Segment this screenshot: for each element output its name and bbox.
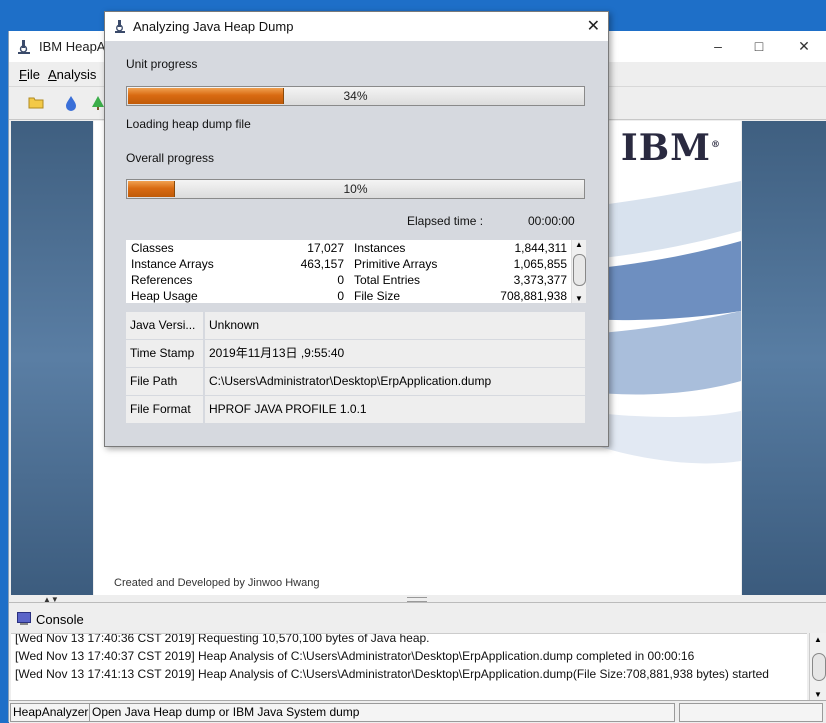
- console-line: [Wed Nov 13 17:40:37 CST 2019] Heap Anal…: [15, 649, 695, 663]
- elapsed-time-label: Elapsed time :: [407, 214, 484, 228]
- analyzing-dialog: Analyzing Java Heap Dump ✕ Unit progress…: [104, 11, 609, 447]
- info-row: File Format HPROF JAVA PROFILE 1.0.1: [126, 396, 587, 423]
- left-panel: [11, 121, 93, 595]
- tree-icon[interactable]: [91, 95, 105, 114]
- stat-label: Primitive Arrays: [354, 257, 438, 271]
- splash-credit: Created and Developed by Jinwoo Hwang: [114, 577, 320, 589]
- stat-label: Instance Arrays: [131, 257, 214, 271]
- close-window-button[interactable]: ✕: [789, 35, 819, 57]
- overall-progress-bar: 10%: [126, 179, 585, 199]
- main-window-title: IBM HeapA: [39, 39, 106, 54]
- overall-progress-label: Overall progress: [126, 151, 215, 165]
- microscope-icon: [114, 19, 126, 37]
- stat-label: File Size: [354, 289, 401, 303]
- statusbar: HeapAnalyzer Open Java Heap dump or IBM …: [9, 700, 826, 723]
- scroll-down-icon[interactable]: ▼: [575, 294, 583, 303]
- stat-value: 463,157: [300, 257, 344, 271]
- dialog-close-button[interactable]: ✕: [587, 16, 600, 36]
- menu-file[interactable]: File: [19, 67, 40, 82]
- console-line: [Wed Nov 13 17:41:13 CST 2019] Heap Anal…: [15, 667, 769, 681]
- stat-value: 708,881,938: [500, 289, 567, 303]
- status-extra: [679, 703, 823, 722]
- stat-value: 1,844,311: [514, 241, 568, 255]
- dialog-title: Analyzing Java Heap Dump: [133, 19, 294, 34]
- console-title: Console: [36, 612, 84, 627]
- stat-value: 1,065,855: [513, 257, 567, 271]
- folder-open-icon[interactable]: [28, 95, 44, 112]
- stat-label: Total Entries: [354, 273, 421, 287]
- overall-progress-percent: 10%: [343, 182, 368, 196]
- console-scrollbar[interactable]: ▲ ▼: [809, 633, 826, 700]
- unit-progress-bar: 34%: [126, 86, 585, 106]
- right-panel: [742, 121, 826, 595]
- info-key: File Format: [126, 396, 203, 423]
- menu-analysis[interactable]: Analysis: [48, 67, 96, 82]
- minimize-button[interactable]: –: [703, 35, 733, 57]
- elapsed-time-value: 00:00:00: [528, 214, 575, 228]
- dump-info-table: Java Versi... Unknown Time Stamp 2019年11…: [126, 312, 587, 424]
- scroll-up-icon[interactable]: ▲: [814, 635, 822, 644]
- status-app-name: HeapAnalyzer: [10, 703, 90, 722]
- stat-value: 0: [337, 289, 344, 303]
- console-header: Console: [9, 602, 826, 633]
- scroll-up-icon[interactable]: ▲: [575, 240, 583, 249]
- info-row: Java Versi... Unknown: [126, 312, 587, 339]
- info-value: C:\Users\Administrator\Desktop\ErpApplic…: [205, 368, 585, 395]
- status-message: Open Java Heap dump or IBM Java System d…: [89, 703, 675, 722]
- microscope-icon: [17, 39, 31, 58]
- maximize-button[interactable]: □: [744, 35, 774, 57]
- info-key: Java Versi...: [126, 312, 203, 339]
- heap-stats-table[interactable]: Classes 17,027 Instances 1,844,311 Insta…: [126, 240, 586, 303]
- drop-icon[interactable]: [65, 95, 77, 114]
- scroll-down-icon[interactable]: ▼: [814, 690, 822, 699]
- stat-label: Instances: [354, 241, 406, 255]
- stat-value: 17,027: [307, 241, 344, 255]
- console-line: [Wed Nov 13 17:40:36 CST 2019] Requestin…: [15, 633, 430, 645]
- stat-label: Classes: [131, 241, 174, 255]
- loading-status-text: Loading heap dump file: [126, 117, 251, 131]
- info-value: 2019年11月13日 ,9:55:40: [205, 340, 585, 367]
- info-key: File Path: [126, 368, 203, 395]
- stats-scrollbar[interactable]: ▲ ▼: [571, 240, 586, 303]
- stat-label: Heap Usage: [131, 289, 198, 303]
- dialog-titlebar[interactable]: Analyzing Java Heap Dump ✕: [105, 12, 608, 41]
- unit-progress-label: Unit progress: [126, 57, 198, 71]
- unit-progress-percent: 34%: [343, 89, 368, 103]
- info-row: Time Stamp 2019年11月13日 ,9:55:40: [126, 340, 587, 367]
- info-row: File Path C:\Users\Administrator\Desktop…: [126, 368, 587, 395]
- info-value: HPROF JAVA PROFILE 1.0.1: [205, 396, 585, 423]
- info-value: Unknown: [205, 312, 585, 339]
- scroll-thumb[interactable]: [573, 254, 586, 286]
- stat-value: 0: [337, 273, 344, 287]
- ibm-logo: IBM®: [620, 127, 721, 169]
- stat-label: References: [131, 273, 193, 287]
- scroll-thumb[interactable]: [812, 653, 826, 681]
- console-icon: [17, 612, 31, 628]
- info-key: Time Stamp: [126, 340, 203, 367]
- stat-value: 3,373,377: [513, 273, 567, 287]
- console-log[interactable]: [Wed Nov 13 17:40:36 CST 2019] Requestin…: [11, 633, 807, 701]
